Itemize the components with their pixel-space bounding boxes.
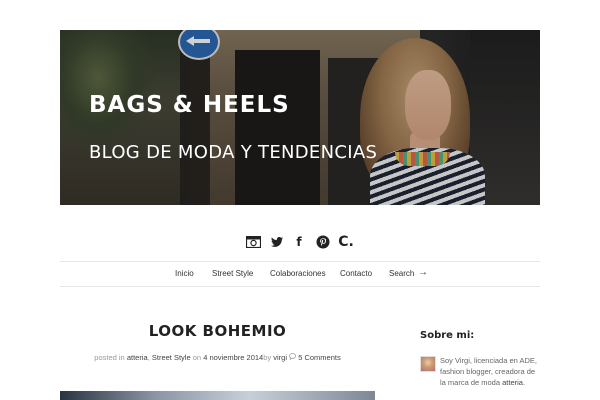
comment-bubble-icon (289, 353, 298, 362)
header-banner[interactable]: BAGS & HEELS BLOG DE MODA Y TENDENCIAS (60, 30, 540, 205)
author-link[interactable]: virgi (273, 353, 287, 362)
author-avatar (420, 356, 436, 372)
posted-in-label: posted in (94, 353, 125, 362)
post-meta: posted in atteria, Street Style on 4 nov… (60, 353, 375, 362)
search-toggle[interactable]: Search (389, 269, 414, 278)
nav-divider-bottom (60, 286, 540, 287)
nav-item-street-style[interactable]: Street Style (212, 269, 253, 278)
arrow-right-icon[interactable]: → (418, 267, 428, 278)
pinterest-icon[interactable] (316, 234, 330, 250)
site-subtitle: BLOG DE MODA Y TENDENCIAS (89, 142, 378, 163)
camera-icon[interactable] (246, 234, 261, 250)
post-featured-image[interactable] (60, 391, 375, 400)
on-label: on (192, 353, 202, 362)
by-label: by (263, 353, 272, 362)
main-nav: Inicio Street Style Colaboraciones Conta… (0, 262, 600, 286)
sidebar-title: Sobre mi: (420, 330, 475, 341)
post-title[interactable]: LOOK BOHEMIO (60, 322, 375, 340)
comments-link[interactable]: 5 Comments (298, 353, 341, 362)
facebook-icon[interactable]: f (294, 234, 304, 250)
nav-item-colaboraciones[interactable]: Colaboraciones (270, 269, 326, 278)
nav-item-inicio[interactable]: Inicio (175, 269, 194, 278)
post-date-link[interactable]: 4 noviembre 2014 (203, 353, 263, 362)
category-link-atteria[interactable]: atteria (127, 353, 148, 362)
site-title[interactable]: BAGS & HEELS (89, 92, 290, 118)
chicisimo-icon[interactable]: C. (338, 234, 354, 250)
brand-link-atteria[interactable]: atteria (502, 378, 523, 387)
nav-item-contacto[interactable]: Contacto (340, 269, 372, 278)
social-icons-bar: f C. (0, 234, 600, 250)
twitter-icon[interactable] (271, 234, 283, 250)
category-link-street-style[interactable]: Street Style (152, 353, 191, 362)
category-separator: , (147, 353, 150, 362)
about-period: . (522, 378, 526, 387)
about-text: Soy Virgi, licenciada en ADE, fashion bl… (440, 355, 542, 388)
